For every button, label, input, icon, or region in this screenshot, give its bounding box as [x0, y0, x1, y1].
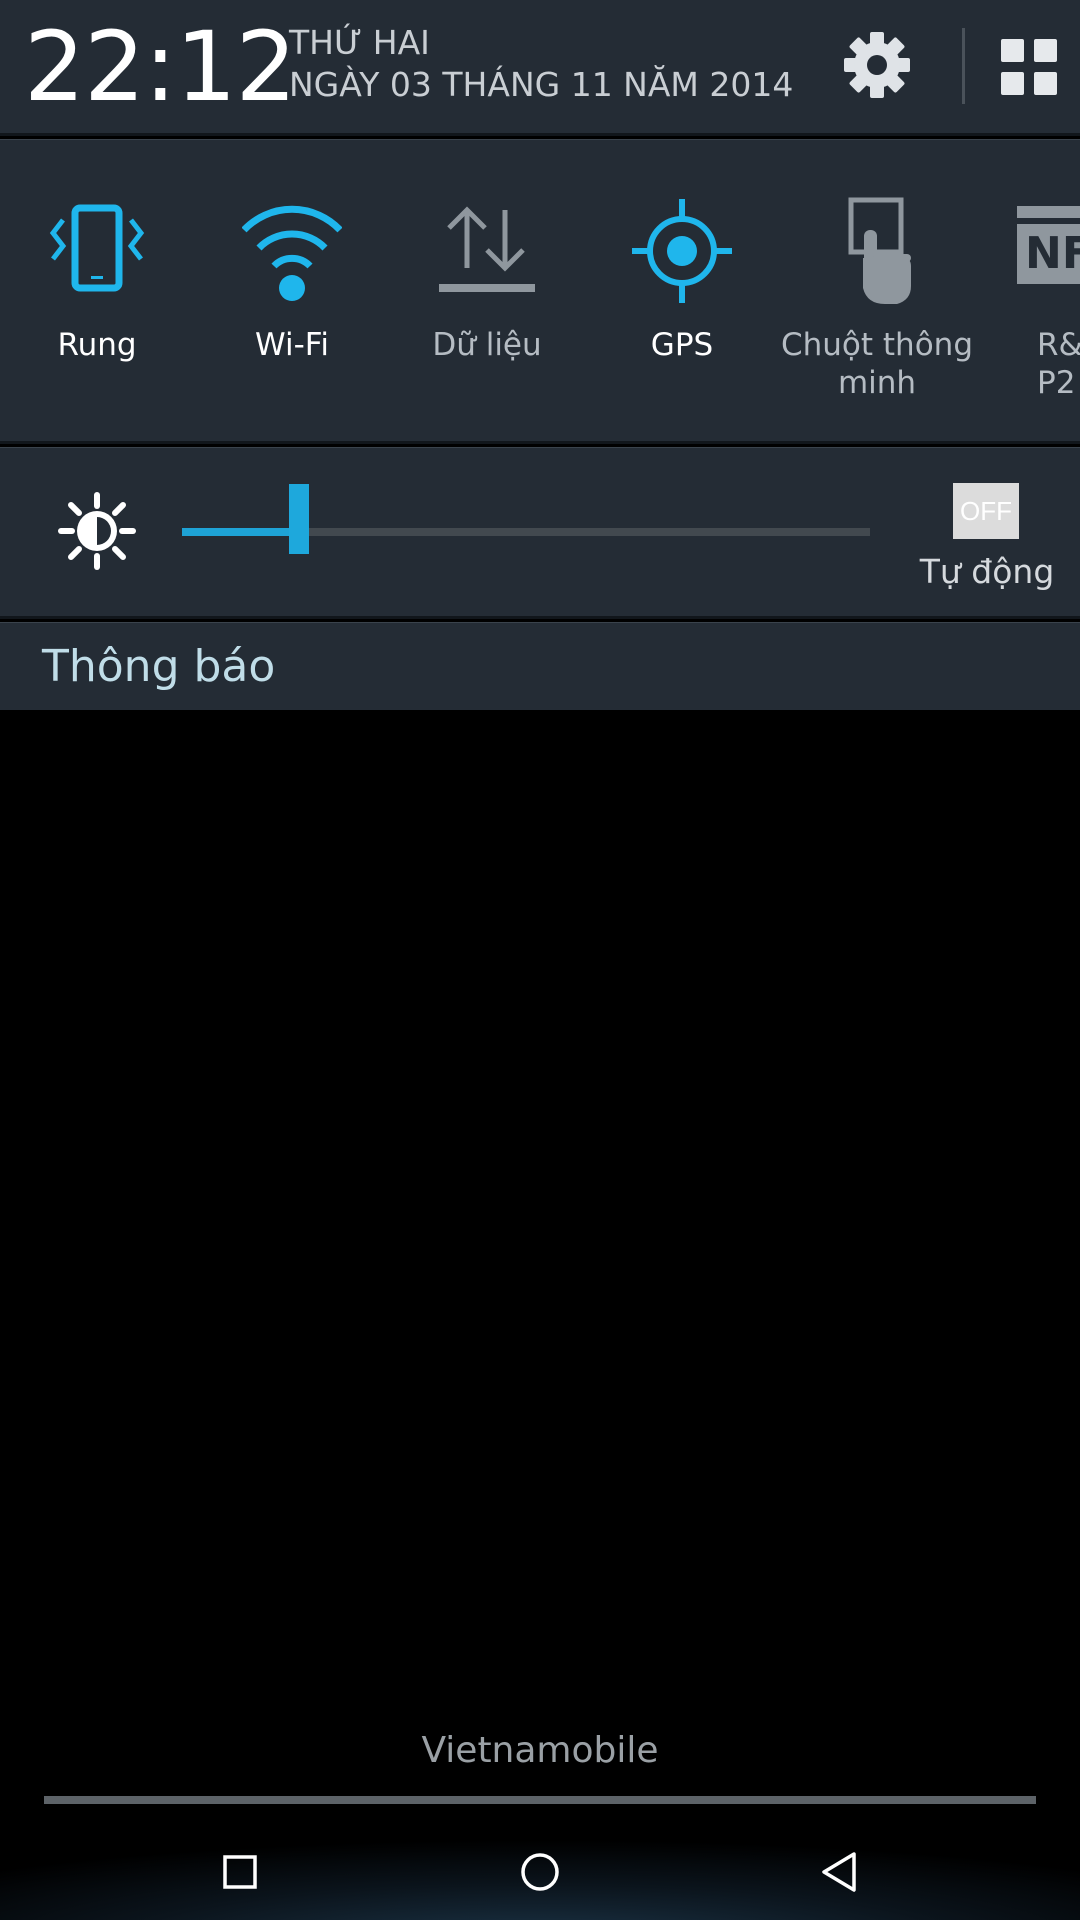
- brightness-slider-fill: [182, 528, 299, 536]
- recent-apps-button[interactable]: [210, 1842, 270, 1902]
- square-icon: [223, 1855, 257, 1889]
- wifi-icon: [242, 205, 342, 301]
- tile-label: Wi-Fi: [255, 327, 329, 363]
- auto-brightness-toggle[interactable]: OFF: [953, 483, 1019, 539]
- weekday: THỨ HAI: [289, 23, 430, 62]
- date-block: THỨ HAI NGÀY 03 THÁNG 11 NĂM 2014: [289, 22, 793, 106]
- status-header: 22:12 THỨ HAI NGÀY 03 THÁNG 11 NĂM 2014: [0, 0, 1080, 136]
- notifications-title: Thông báo: [42, 641, 276, 692]
- header-divider: [962, 28, 965, 104]
- tile-label: Chuột thông minh: [780, 327, 973, 401]
- nfc-icon: NF: [1017, 196, 1080, 304]
- grid-icon: [1001, 39, 1057, 95]
- mobile-data-icon: [439, 206, 535, 292]
- settings-button[interactable]: [842, 30, 912, 100]
- clock: 22:12: [24, 11, 297, 123]
- carrier-name: Vietnamobile: [421, 1730, 659, 1771]
- triangle-back-icon: [822, 1852, 856, 1892]
- navigation-bar: [0, 1820, 1080, 1920]
- brightness-slider[interactable]: [182, 484, 870, 554]
- brightness-slider-thumb[interactable]: [288, 484, 309, 554]
- circle-icon: [521, 1853, 559, 1891]
- vibrate-phone-icon: [49, 204, 145, 292]
- gear-icon: [844, 32, 910, 98]
- tile-label: R&W P2: [1037, 327, 1080, 401]
- tile-vibrate[interactable]: Rung: [2, 196, 192, 426]
- tile-nfc[interactable]: NF R&W P2: [977, 196, 1080, 426]
- tile-label: Rung: [57, 327, 137, 363]
- tile-wifi[interactable]: Wi-Fi: [197, 196, 387, 426]
- gps-icon: [632, 199, 732, 303]
- notifications-header: Thông báo: [0, 622, 1080, 710]
- tile-smart-mouse[interactable]: Chuột thông minh: [781, 196, 973, 426]
- home-button[interactable]: [510, 1842, 570, 1902]
- tile-mobile-data[interactable]: Dữ liệu: [392, 196, 582, 426]
- tile-label: GPS: [650, 327, 714, 363]
- quick-settings-grid-button[interactable]: [1000, 38, 1058, 96]
- tile-label: Dữ liệu: [432, 327, 542, 363]
- nfc-icon-text: NF: [1017, 224, 1080, 284]
- auto-brightness-label: Tự động: [919, 552, 1055, 591]
- tile-gps[interactable]: GPS: [587, 196, 777, 426]
- quick-settings-tiles: Rung Wi-Fi Dữ liệu GPS Chuột thông minh …: [0, 139, 1080, 444]
- brightness-icon: [58, 492, 136, 570]
- brightness-panel: OFF Tự động: [0, 447, 1080, 619]
- back-button[interactable]: [810, 1842, 870, 1902]
- smart-touch-icon: [848, 197, 911, 304]
- drag-handle[interactable]: [44, 1796, 1036, 1804]
- full-date: NGÀY 03 THÁNG 11 NĂM 2014: [289, 65, 794, 104]
